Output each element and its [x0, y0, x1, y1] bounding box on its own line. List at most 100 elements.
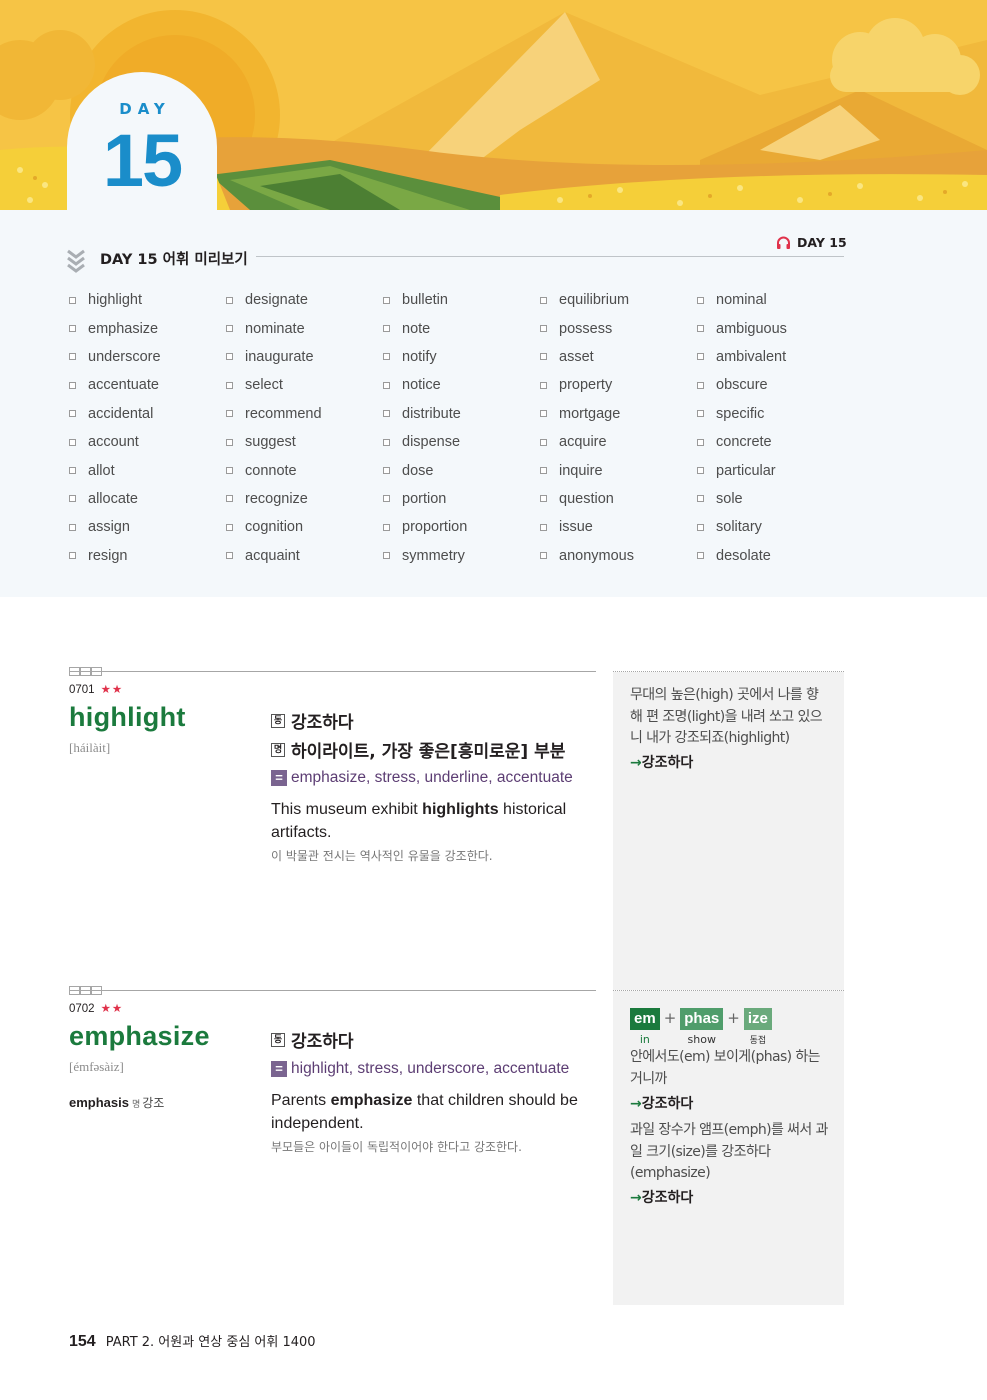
- checkbox[interactable]: [383, 296, 390, 304]
- preview-word-item[interactable]: notify: [383, 343, 533, 371]
- checkbox[interactable]: [540, 467, 547, 475]
- checkbox[interactable]: [226, 325, 233, 333]
- checkbox[interactable]: [383, 552, 390, 560]
- preview-word-item[interactable]: cognition: [226, 513, 376, 541]
- checkbox[interactable]: [69, 438, 76, 446]
- preview-word-item[interactable]: equilibrium: [540, 286, 690, 314]
- preview-word-item[interactable]: accentuate: [69, 371, 219, 399]
- checkbox[interactable]: [697, 552, 704, 560]
- checkbox[interactable]: [69, 325, 76, 333]
- preview-word-item[interactable]: mortgage: [540, 400, 690, 428]
- checkbox[interactable]: [226, 410, 233, 418]
- preview-word-item[interactable]: recommend: [226, 400, 376, 428]
- checkbox[interactable]: [383, 523, 390, 531]
- preview-word-item[interactable]: inaugurate: [226, 343, 376, 371]
- checkbox[interactable]: [226, 495, 233, 503]
- preview-word-item[interactable]: nominate: [226, 314, 376, 342]
- preview-word-item[interactable]: connote: [226, 456, 376, 484]
- audio-badge[interactable]: DAY 15: [776, 235, 847, 250]
- checkbox[interactable]: [69, 552, 76, 560]
- checkbox[interactable]: [540, 381, 547, 389]
- preview-word-item[interactable]: symmetry: [383, 542, 533, 570]
- preview-word-item[interactable]: inquire: [540, 456, 690, 484]
- checkbox[interactable]: [69, 353, 76, 361]
- preview-word-item[interactable]: select: [226, 371, 376, 399]
- preview-word-item[interactable]: designate: [226, 286, 376, 314]
- checkbox[interactable]: [383, 353, 390, 361]
- preview-word-item[interactable]: notice: [383, 371, 533, 399]
- checkbox[interactable]: [383, 325, 390, 333]
- preview-word-item[interactable]: allot: [69, 456, 219, 484]
- checkbox[interactable]: [383, 381, 390, 389]
- preview-word-item[interactable]: issue: [540, 513, 690, 541]
- checkbox[interactable]: [383, 495, 390, 503]
- preview-word-item[interactable]: dispense: [383, 428, 533, 456]
- checkbox[interactable]: [383, 438, 390, 446]
- preview-word-item[interactable]: portion: [383, 485, 533, 513]
- preview-word-item[interactable]: asset: [540, 343, 690, 371]
- preview-word-item[interactable]: possess: [540, 314, 690, 342]
- preview-word-item[interactable]: account: [69, 428, 219, 456]
- checkbox[interactable]: [226, 552, 233, 560]
- checkbox[interactable]: [697, 467, 704, 475]
- checkbox[interactable]: [540, 495, 547, 503]
- preview-word-item[interactable]: distribute: [383, 400, 533, 428]
- checkbox[interactable]: [69, 523, 76, 531]
- checkbox[interactable]: [226, 438, 233, 446]
- preview-word-item[interactable]: recognize: [226, 485, 376, 513]
- checkbox[interactable]: [69, 495, 76, 503]
- checkbox[interactable]: [697, 495, 704, 503]
- checkbox[interactable]: [697, 296, 704, 304]
- preview-word-item[interactable]: ambivalent: [697, 343, 847, 371]
- checkbox[interactable]: [697, 410, 704, 418]
- checkbox[interactable]: [697, 438, 704, 446]
- checkbox[interactable]: [697, 353, 704, 361]
- preview-word-item[interactable]: concrete: [697, 428, 847, 456]
- checkbox[interactable]: [697, 325, 704, 333]
- checkbox[interactable]: [226, 353, 233, 361]
- preview-word-item[interactable]: nominal: [697, 286, 847, 314]
- preview-word-item[interactable]: emphasize: [69, 314, 219, 342]
- checkbox[interactable]: [226, 467, 233, 475]
- checkbox[interactable]: [69, 467, 76, 475]
- checkbox[interactable]: [540, 552, 547, 560]
- preview-word-item[interactable]: note: [383, 314, 533, 342]
- checkbox[interactable]: [697, 381, 704, 389]
- preview-word-item[interactable]: anonymous: [540, 542, 690, 570]
- preview-word-item[interactable]: property: [540, 371, 690, 399]
- preview-word-item[interactable]: allocate: [69, 485, 219, 513]
- preview-word-item[interactable]: bulletin: [383, 286, 533, 314]
- preview-word-item[interactable]: accidental: [69, 400, 219, 428]
- checkbox[interactable]: [540, 296, 547, 304]
- checkbox[interactable]: [69, 296, 76, 304]
- checkbox[interactable]: [226, 381, 233, 389]
- preview-word-item[interactable]: underscore: [69, 343, 219, 371]
- checkbox[interactable]: [540, 325, 547, 333]
- checkbox[interactable]: [540, 353, 547, 361]
- preview-word-item[interactable]: acquaint: [226, 542, 376, 570]
- preview-word-item[interactable]: acquire: [540, 428, 690, 456]
- preview-word-item[interactable]: particular: [697, 456, 847, 484]
- checkbox[interactable]: [69, 381, 76, 389]
- checkbox[interactable]: [226, 523, 233, 531]
- preview-word-item[interactable]: suggest: [226, 428, 376, 456]
- preview-word-item[interactable]: dose: [383, 456, 533, 484]
- checkbox[interactable]: [540, 523, 547, 531]
- preview-word-item[interactable]: highlight: [69, 286, 219, 314]
- checkbox[interactable]: [383, 467, 390, 475]
- checkbox[interactable]: [540, 410, 547, 418]
- preview-word-item[interactable]: assign: [69, 513, 219, 541]
- preview-word-item[interactable]: question: [540, 485, 690, 513]
- preview-word-item[interactable]: solitary: [697, 513, 847, 541]
- preview-word-item[interactable]: ambiguous: [697, 314, 847, 342]
- checkbox[interactable]: [383, 410, 390, 418]
- preview-word-item[interactable]: specific: [697, 400, 847, 428]
- checkbox[interactable]: [226, 296, 233, 304]
- preview-word-item[interactable]: desolate: [697, 542, 847, 570]
- preview-word-item[interactable]: sole: [697, 485, 847, 513]
- checkbox[interactable]: [69, 410, 76, 418]
- preview-word-item[interactable]: resign: [69, 542, 219, 570]
- preview-word-item[interactable]: proportion: [383, 513, 533, 541]
- preview-word-item[interactable]: obscure: [697, 371, 847, 399]
- checkbox[interactable]: [697, 523, 704, 531]
